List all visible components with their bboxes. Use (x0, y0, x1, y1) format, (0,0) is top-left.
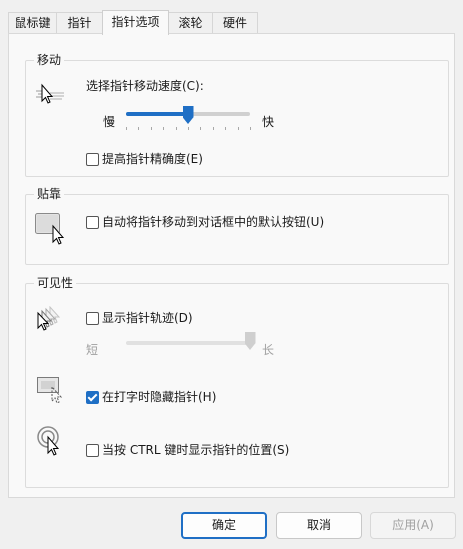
pointer-trails-checkbox[interactable] (86, 312, 99, 325)
show-location-ctrl-checkbox[interactable] (86, 444, 99, 457)
pointer-speed-icon (36, 83, 64, 104)
tab-panel: 移动 选择指针移动速度(C): 慢 快 提高指针精确度(E) 贴靠 自动将指针移… (8, 33, 455, 498)
tab-buttons[interactable]: 鼠标键 (8, 12, 57, 33)
pointer-location-icon (37, 426, 60, 456)
pointer-trails-icon (37, 306, 61, 331)
speed-slider-tick (250, 127, 251, 130)
snap-to-default-checkbox[interactable] (86, 216, 99, 229)
speed-slider-fill (126, 112, 188, 116)
hide-while-typing-checkbox[interactable] (86, 391, 99, 404)
hide-while-typing-label[interactable]: 在打字时隐藏指针(H) (102, 389, 216, 405)
hide-pointer-icon (37, 377, 63, 404)
tab-hardware[interactable]: 硬件 (212, 12, 258, 33)
snap-to-icon (35, 213, 65, 245)
speed-slider-tick (225, 127, 227, 130)
speed-slider-tick (138, 127, 140, 130)
apply-button[interactable]: 应用(A) (370, 512, 456, 539)
enhance-precision-checkbox[interactable] (86, 153, 99, 166)
snap-group: 贴靠 自动将指针移动到对话框中的默认按钮(U) (25, 186, 449, 265)
speed-slider-tick (126, 127, 127, 130)
speed-slider-tick (237, 127, 239, 130)
tab-pointer-options[interactable]: 指针选项 (102, 10, 169, 35)
speed-slider-tick (212, 127, 214, 130)
speed-slider-tick (200, 127, 202, 130)
speed-slider-tick (175, 127, 177, 130)
tab-wheel[interactable]: 滚轮 (168, 12, 213, 33)
tab-pointers[interactable]: 指针 (56, 12, 103, 33)
ok-button[interactable]: 确定 (181, 512, 267, 539)
motion-group-title: 移动 (34, 52, 65, 68)
fast-label: 快 (262, 115, 275, 129)
snap-to-default-label[interactable]: 自动将指针移动到对话框中的默认按钮(U) (102, 214, 324, 230)
slow-label: 慢 (103, 115, 116, 129)
pointer-trails-label[interactable]: 显示指针轨迹(D) (102, 310, 193, 326)
snap-group-title: 贴靠 (34, 186, 65, 202)
trails-short-label: 短 (86, 343, 99, 357)
visibility-group-title: 可见性 (34, 275, 77, 291)
enhance-precision-label[interactable]: 提高指针精确度(E) (102, 151, 203, 167)
trails-slider-thumb (244, 332, 256, 350)
motion-group: 移动 选择指针移动速度(C): 慢 快 提高指针精确度(E) (25, 52, 449, 177)
speed-slider-thumb[interactable] (182, 106, 194, 124)
visibility-group: 可见性 显示指针轨迹(D) 短 长 在打字时隐藏指针(H) 当按 CTRL 键时… (25, 275, 449, 488)
speed-label: 选择指针移动速度(C): (86, 79, 204, 93)
trails-slider-track (126, 341, 250, 345)
speed-slider-tick (163, 127, 165, 130)
cancel-button[interactable]: 取消 (276, 512, 362, 539)
show-location-ctrl-label[interactable]: 当按 CTRL 键时显示指针的位置(S) (102, 442, 289, 458)
speed-slider-tick (150, 127, 152, 130)
trails-long-label: 长 (262, 343, 275, 357)
speed-slider-tick (188, 127, 189, 130)
